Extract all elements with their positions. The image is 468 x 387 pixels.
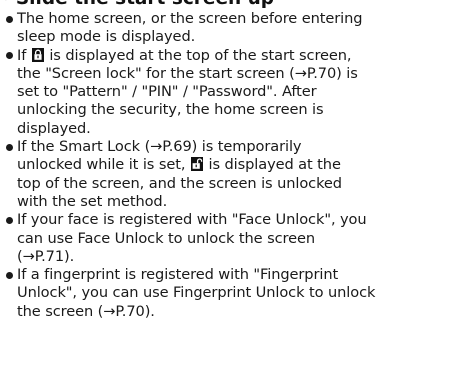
list-item-smart-lock: If the Smart Lock (→P.69) is temporarily… xyxy=(6,138,466,211)
text-fragment: is displayed at the top of the start scr… xyxy=(49,46,352,64)
padlock-closed-icon xyxy=(31,47,44,62)
list-item-fingerprint-unlock: If a fingerprint is registered with "Fin… xyxy=(6,266,466,321)
text-fragment: unlocked while it is set, xyxy=(17,156,186,174)
text-line: with the set method. xyxy=(17,192,168,210)
list-item-screen-lock: If is displayed at the top of the start … xyxy=(6,47,466,138)
list-item-home-screen: The home screen, or the screen before en… xyxy=(6,10,466,47)
bullet-list: The home screen, or the screen before en… xyxy=(6,10,466,321)
text-line: If is displayed at the top of the start … xyxy=(17,47,466,65)
text-line: If a fingerprint is registered with "Fin… xyxy=(17,266,339,284)
text-line: unlocking the security, the home screen … xyxy=(17,101,324,119)
text-fragment: If xyxy=(17,46,27,64)
text-line: If your face is registered with "Face Un… xyxy=(17,211,367,229)
heading-text: Slide the start screen up xyxy=(16,0,274,9)
text-line: (→P.71). xyxy=(17,247,75,265)
section-heading: • Slide the start screen up xyxy=(0,0,274,10)
text-line: the screen (→P.70). xyxy=(17,302,155,320)
text-line: set to "Pattern" / "PIN" / "Password". A… xyxy=(17,83,317,101)
text-line: The home screen, or the screen before en… xyxy=(17,10,363,27)
list-item-face-unlock: If your face is registered with "Face Un… xyxy=(6,211,466,266)
text-line: If the Smart Lock (→P.69) is temporarily xyxy=(17,138,302,156)
heading-bullet: • xyxy=(0,0,12,10)
text-line: Unlock", you can use Fingerprint Unlock … xyxy=(17,284,376,302)
text-line: top of the screen, and the screen is unl… xyxy=(17,174,342,192)
text-fragment: is displayed at the xyxy=(208,156,341,174)
text-line: sleep mode is displayed. xyxy=(17,28,196,46)
padlock-open-icon xyxy=(190,157,203,172)
text-line: can use Face Unlock to unlock the screen xyxy=(17,229,315,247)
text-line: the "Screen lock" for the start screen (… xyxy=(17,64,358,82)
text-line: unlocked while it is set, is displayed a… xyxy=(17,156,466,174)
text-line: displayed. xyxy=(17,119,91,137)
